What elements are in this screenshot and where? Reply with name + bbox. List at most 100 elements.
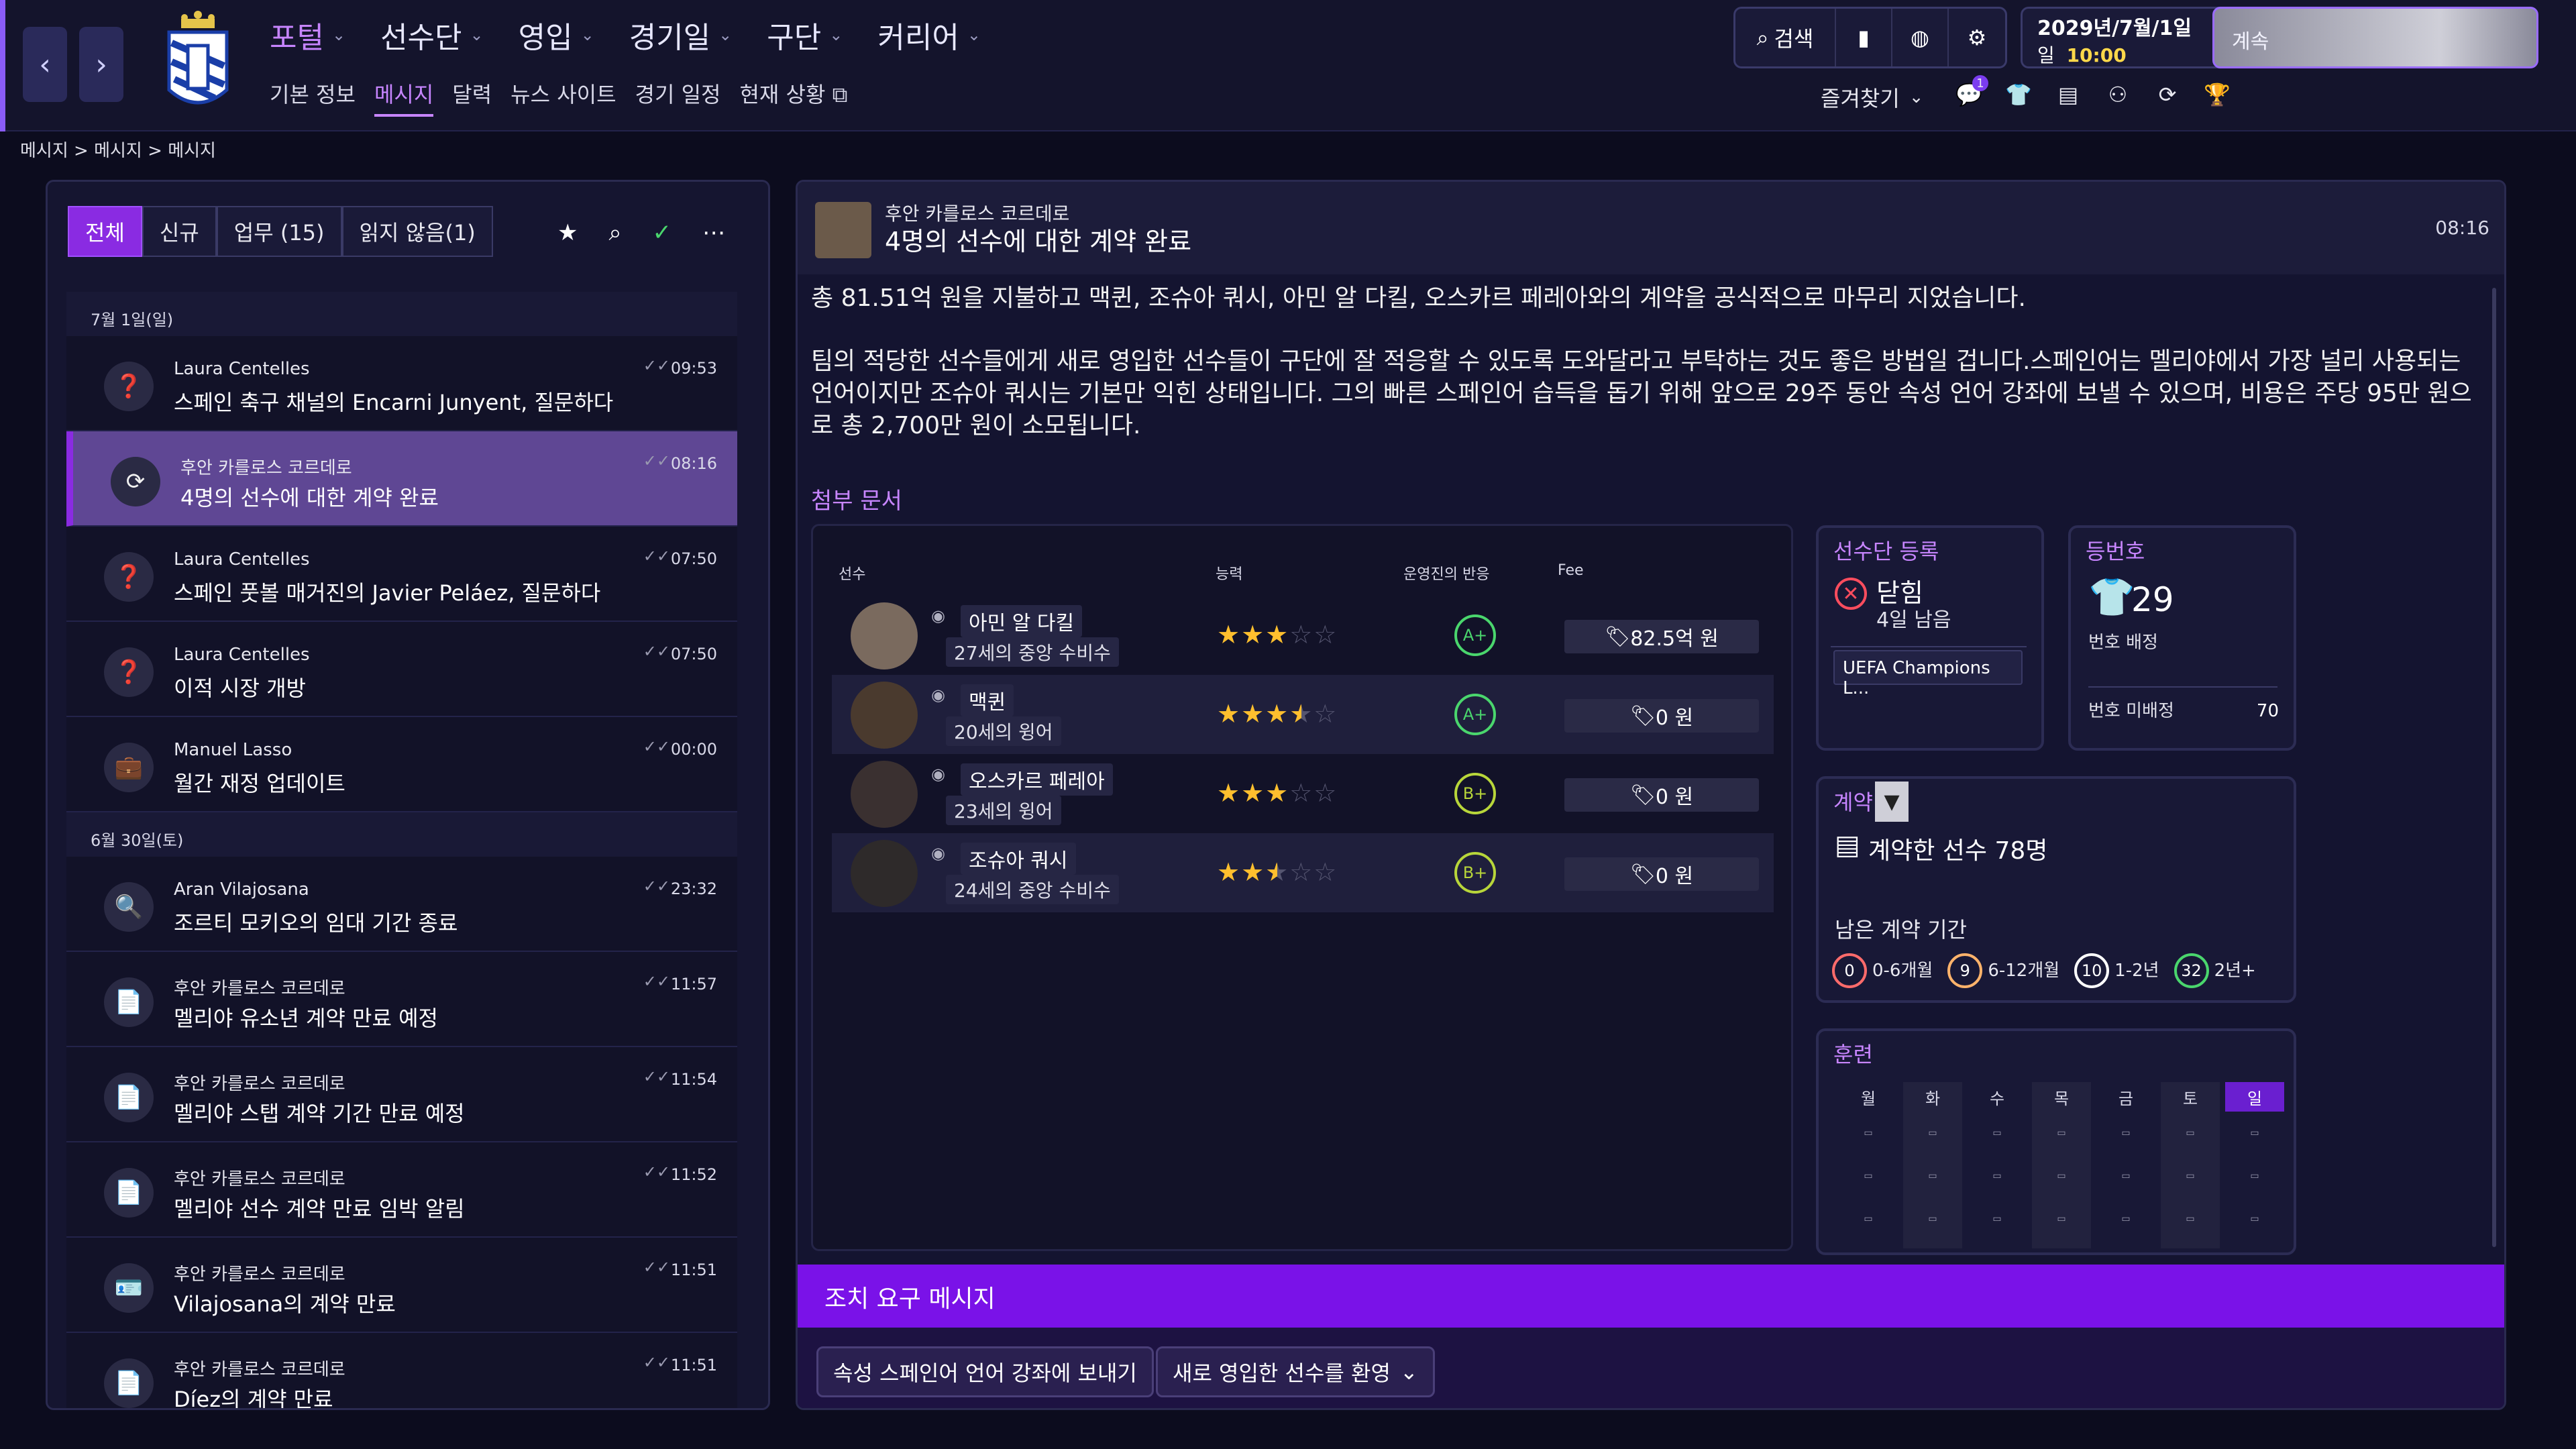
reaction-grade: A+ xyxy=(1454,614,1496,656)
table-row[interactable]: ◉ 조슈아 쿼시 24세의 중앙 수비수 ★★★☆☆ B+ 🏷 0 원 xyxy=(832,833,1774,912)
welcome-new-players-button[interactable]: 새로 영입한 선수를 환영 ⌄ xyxy=(1156,1346,1435,1397)
tab-unread[interactable]: 읽지 않음(1) xyxy=(341,206,493,257)
star-icon[interactable]: ★ xyxy=(557,219,578,246)
cursor-icon: ▼ xyxy=(1875,782,1909,822)
search-icon[interactable]: ⌕ xyxy=(608,219,621,246)
player-name[interactable]: 오스카르 페레아 xyxy=(961,763,1113,796)
message-sender: Laura Centelles xyxy=(174,359,310,379)
nav-portal[interactable]: 포털 ⌄ xyxy=(270,13,345,56)
refresh-icon[interactable]: ⟳ xyxy=(2152,79,2183,110)
column-reaction: 운영진의 반응 xyxy=(1403,566,1490,583)
message-item[interactable]: 📄 후안 카를로스 코르데로 멜리야 스탭 계약 기간 만료 예정 ✓✓ 11:… xyxy=(66,1047,737,1142)
globe-button[interactable]: ◍ xyxy=(1892,9,1949,66)
ability-stars: ★★★☆☆ xyxy=(1217,620,1338,649)
message-item[interactable]: ❓ Laura Centelles 스페인 풋볼 매거진의 Javier Pel… xyxy=(66,527,737,622)
training-card[interactable]: 훈련 월 ▭ ▭ ▭ 화 ▭ ▭ ▭ 수 ▭ ▭ ▭ 목 ▭ ▭ ▭ 금 ▭ ▭ ▭ 토 ▭ ▭ ▭ 일 ▭ ▭ ▭ xyxy=(1816,1028,2296,1255)
toolbox: ⌕ 검색 ▮ ◍ ⚙ xyxy=(1733,7,2007,68)
card-title: 훈련 xyxy=(1833,1042,1873,1067)
tag-icon: 🏷 xyxy=(1629,783,1656,807)
inbox-panel: 전체 신규 업무 (15) 읽지 않음(1) ★ ⌕ ✓ ⋯ 7월 1일(일) … xyxy=(46,180,770,1410)
nav-squad[interactable]: 선수단 ⌄ xyxy=(380,13,484,56)
staff-icon[interactable]: ⚇ xyxy=(2102,79,2133,110)
training-schedule: 월 ▭ ▭ ▭ 화 ▭ ▭ ▭ 수 ▭ ▭ ▭ 목 ▭ ▭ ▭ 금 ▭ ▭ ▭ 토 ▭ ▭ ▭ 일 ▭ ▭ ▭ xyxy=(1839,1082,2307,1248)
nav-matchday[interactable]: 경기일 ⌄ xyxy=(629,13,733,56)
shirt-icon[interactable]: 👕 xyxy=(2003,79,2034,110)
message-item[interactable]: ❓ Laura Centelles 스페인 축구 채널의 Encarni Jun… xyxy=(66,336,737,431)
sender-avatar[interactable] xyxy=(815,202,871,258)
training-day-selected: 일 ▭ ▭ ▭ xyxy=(2225,1082,2284,1248)
mark-read-icon[interactable]: ✓ xyxy=(653,219,672,246)
player-desc: 23세의 윙어 xyxy=(946,796,1061,825)
nav-career[interactable]: 커리어 ⌄ xyxy=(877,13,981,56)
send-language-course-button[interactable]: 속성 스페인어 언어 강좌에 보내기 xyxy=(816,1346,1154,1397)
read-check-icon: ✓✓ xyxy=(643,356,670,375)
player-name[interactable]: 맥퀸 xyxy=(961,684,1014,716)
tab-tasks[interactable]: 업무 (15) xyxy=(216,206,342,257)
message-item[interactable]: 🪪 후안 카를로스 코르데로 Vilajosana의 계약 만료 ✓✓ 11:5… xyxy=(66,1238,737,1333)
message-item[interactable]: ❓ Laura Centelles 이적 시장 개방 ✓✓ 07:50 xyxy=(66,622,737,717)
inbox-tabs: 전체 신규 업무 (15) 읽지 않음(1) xyxy=(68,206,493,257)
message-item[interactable]: 💼 Manuel Lasso 월간 재정 업데이트 ✓✓ 00:00 xyxy=(66,717,737,812)
more-icon[interactable]: ⋯ xyxy=(702,219,725,246)
breadcrumb-item[interactable]: 메시지 xyxy=(94,141,142,161)
tab-all[interactable]: 전체 xyxy=(68,206,142,257)
message-item[interactable]: 📄 후안 카를로스 코르데로 멜리야 선수 계약 만료 임박 알림 ✓✓ 11:… xyxy=(66,1142,737,1238)
subnav-status[interactable]: 현재 상황 ⧉ xyxy=(739,78,847,117)
continue-button[interactable]: 계속 xyxy=(2212,7,2538,68)
subnav-messages[interactable]: 메시지 xyxy=(374,78,434,117)
player-fee: 🏷 0 원 xyxy=(1564,778,1759,812)
message-time: 11:52 xyxy=(670,1165,717,1184)
tactics-icon[interactable]: ▤ xyxy=(2053,79,2084,110)
unassigned-count: 70 xyxy=(2256,701,2279,721)
tab-new[interactable]: 신규 xyxy=(142,206,217,257)
training-day: 목 ▭ ▭ ▭ xyxy=(2032,1082,2091,1248)
signed-players-table: 선수 능력 운영진의 반응 Fee ◉ 아민 알 다킬 27세의 중앙 수비수 … xyxy=(811,524,1793,1251)
breadcrumb-item[interactable]: 메시지 xyxy=(20,141,68,161)
message-subject: 멜리야 스탭 계약 기간 만료 예정 xyxy=(174,1101,465,1126)
nav-club[interactable]: 구단 ⌄ xyxy=(767,13,843,56)
quick-icons: 💬 1 👕 ▤ ⚇ ⟳ 🏆 xyxy=(1953,75,2233,110)
subnav-calendar[interactable]: 달력 xyxy=(452,78,492,117)
bookmark-button[interactable]: ▮ xyxy=(1836,9,1892,66)
column-player: 선수 xyxy=(839,566,866,583)
table-row[interactable]: ◉ 오스카르 페레아 23세의 윙어 ★★★☆☆ B+ 🏷 0 원 xyxy=(832,754,1774,833)
message-item[interactable]: 📄 후안 카를로스 코르데로 Díez의 계약 만료 ✓✓ 11:51 xyxy=(66,1333,737,1408)
nav-recruitment[interactable]: 영입 ⌄ xyxy=(519,13,594,56)
subnav-overview[interactable]: 기본 정보 xyxy=(270,78,356,117)
competition-label[interactable]: UEFA Champions L... xyxy=(1833,650,2023,698)
settings-button[interactable]: ⚙ xyxy=(1949,9,2005,66)
favorites-dropdown[interactable]: 즐겨찾기 ⌄ xyxy=(1821,82,1924,113)
message-item-selected[interactable]: ⟳ 후안 카를로스 코르데로 4명의 선수에 대한 계약 완료 ✓✓ 08:16 xyxy=(66,431,737,527)
message-item[interactable]: 🔍 Aran Vilajosana 조르티 모키오의 임대 기간 종료 ✓✓ 2… xyxy=(66,857,737,952)
player-name[interactable]: 아민 알 다킬 xyxy=(961,605,1083,637)
message-subject: 4명의 선수에 대한 계약 완료 xyxy=(180,485,439,511)
subnav-fixtures[interactable]: 경기 일정 xyxy=(635,78,721,117)
player-name[interactable]: 조슈아 쿼시 xyxy=(961,843,1076,875)
squad-registration-card[interactable]: 선수단 등록 ✕ 닫힘 4일 남음 UEFA Champions L... xyxy=(1816,525,2044,751)
player-fee: 🏷 0 원 xyxy=(1564,699,1759,733)
chat-icon[interactable]: 💬 1 xyxy=(1953,75,1988,110)
external-link-icon: ⧉ xyxy=(832,82,848,107)
message-time: 00:00 xyxy=(670,740,717,759)
message-item[interactable]: 📄 후안 카를로스 코르데로 멜리야 유소년 계약 만료 예정 ✓✓ 11:57 xyxy=(66,952,737,1047)
squad-number-card[interactable]: 등번호 👕 29 번호 배정 번호 미배정 70 xyxy=(2068,525,2296,751)
search-button[interactable]: ⌕ 검색 xyxy=(1735,9,1836,66)
forward-button[interactable]: › xyxy=(79,27,123,102)
read-check-icon: ✓✓ xyxy=(643,1067,670,1086)
question-icon: ❓ xyxy=(104,647,154,697)
player-fee: 🏷 0 원 xyxy=(1564,857,1759,891)
read-check-icon: ✓✓ xyxy=(643,877,670,896)
subnav-news[interactable]: 뉴스 사이트 xyxy=(511,78,616,117)
table-row[interactable]: ◉ 아민 알 다킬 27세의 중앙 수비수 ★★★☆☆ A+ 🏷 82.5억 원 xyxy=(832,596,1774,675)
read-check-icon: ✓✓ xyxy=(643,1258,670,1277)
club-crest-logo[interactable] xyxy=(161,9,235,117)
date-header: 6월 30일(토) xyxy=(66,812,737,857)
table-row[interactable]: ◉ 맥퀸 20세의 윙어 ★★★★☆ A+ 🏷 0 원 xyxy=(832,675,1774,754)
back-button[interactable]: ‹ xyxy=(23,27,67,102)
trophy-icon[interactable]: 🏆 xyxy=(2202,79,2233,110)
message-scrollbar[interactable] xyxy=(2492,288,2496,1247)
message-sender: 후안 카를로스 코르데로 xyxy=(180,458,352,478)
contracts-card[interactable]: 계약 ▼ ▤ 계약한 선수 78명 남은 계약 기간 0 0-6개월 9 6-12개… xyxy=(1816,776,2296,1003)
accent-bar xyxy=(0,0,5,131)
message-time: 11:51 xyxy=(670,1356,717,1375)
